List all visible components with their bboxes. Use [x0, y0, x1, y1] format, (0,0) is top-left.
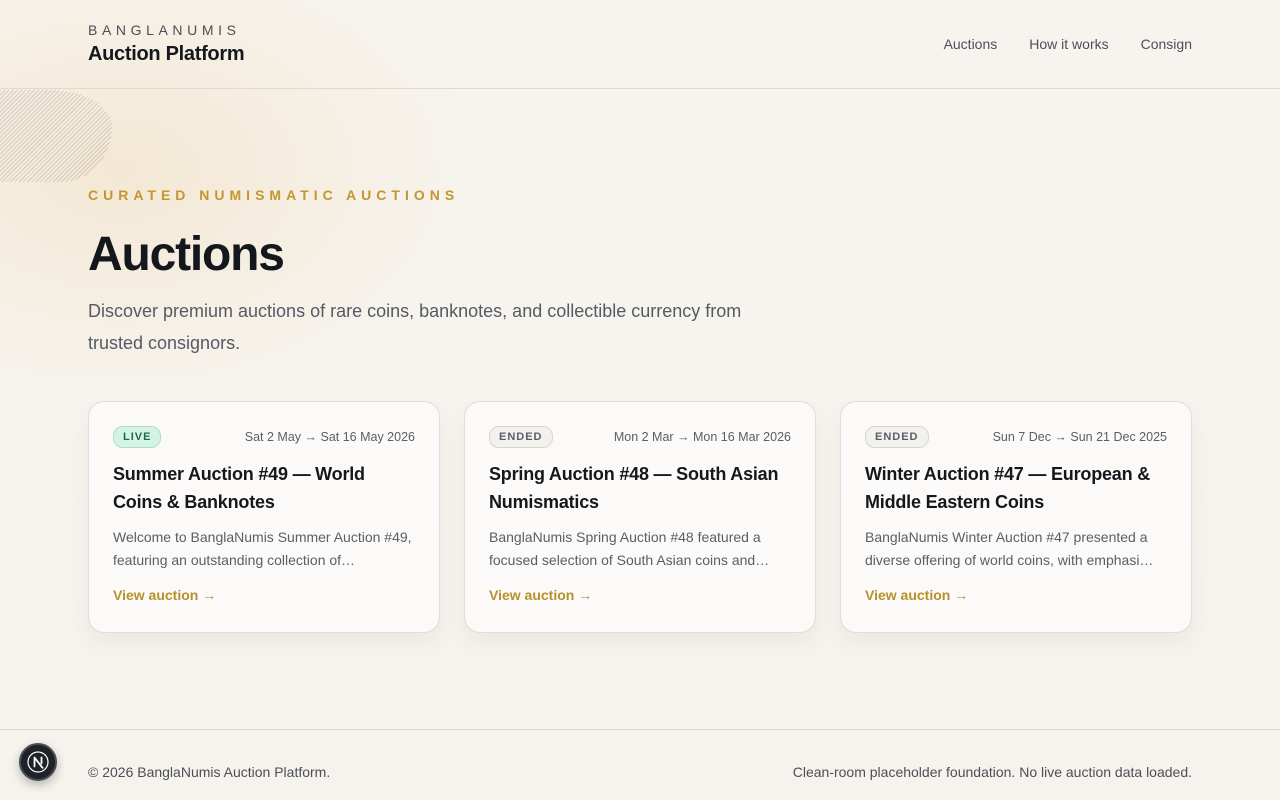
brand-kicker: BANGLANUMIS: [88, 22, 241, 38]
auction-card[interactable]: LIVE Sat 2 May → Sat 16 May 2026 Summer …: [88, 401, 440, 633]
auction-title[interactable]: Spring Auction #48 — South Asian Numisma…: [489, 460, 791, 516]
auction-card-list: LIVE Sat 2 May → Sat 16 May 2026 Summer …: [88, 401, 1192, 633]
hero-eyebrow: CURATED NUMISMATIC AUCTIONS: [88, 187, 460, 203]
status-badge-ended: ENDED: [865, 426, 929, 448]
auction-description: BanglaNumis Spring Auction #48 featured …: [489, 529, 770, 568]
decorative-hatch-pattern: [0, 90, 112, 182]
view-auction-link[interactable]: View auction →: [865, 587, 968, 603]
auction-dates: Mon 2 Mar → Mon 16 Mar 2026: [613, 430, 791, 444]
nav-link-auctions[interactable]: Auctions: [944, 35, 998, 53]
auction-title[interactable]: Winter Auction #47 — European & Middle E…: [865, 460, 1167, 516]
footer-note: Clean-room placeholder foundation. No li…: [792, 764, 1192, 780]
background-glow: [0, 0, 1280, 800]
auction-card[interactable]: ENDED Mon 2 Mar → Mon 16 Mar 2026 Spring…: [464, 401, 816, 633]
auction-card[interactable]: ENDED Sun 7 Dec → Sun 21 Dec 2025 Winter…: [840, 401, 1192, 633]
view-auction-link[interactable]: View auction →: [489, 587, 592, 603]
auction-title[interactable]: Summer Auction #49 — World Coins & Bankn…: [113, 460, 415, 516]
nav-link-consign[interactable]: Consign: [1141, 35, 1192, 53]
footer-copyright: © 2026 BanglaNumis Auction Platform.: [88, 764, 331, 780]
auction-description: Welcome to BanglaNumis Summer Auction #4…: [113, 529, 412, 568]
hero-section: CURATED NUMISMATIC AUCTIONS Auctions Dis…: [88, 185, 808, 359]
page-title: Auctions: [88, 228, 285, 281]
nav-link-how-it-works[interactable]: How it works: [1029, 35, 1108, 53]
status-badge-ended: ENDED: [489, 426, 553, 448]
hero-description: Discover premium auctions of rare coins,…: [88, 301, 742, 353]
main-nav: Auctions How it works Consign: [944, 35, 1192, 53]
auction-dates: Sun 7 Dec → Sun 21 Dec 2025: [992, 430, 1167, 444]
nextjs-icon: [27, 751, 49, 773]
nextjs-dev-button[interactable]: [19, 743, 57, 781]
brand-title: Auction Platform: [88, 43, 245, 65]
view-auction-link[interactable]: View auction →: [113, 587, 216, 603]
site-footer: © 2026 BanglaNumis Auction Platform. Cle…: [0, 729, 1280, 800]
site-header: BANGLANUMIS Auction Platform Auctions Ho…: [0, 0, 1280, 89]
auction-dates: Sat 2 May → Sat 16 May 2026: [244, 430, 415, 444]
status-badge-live: LIVE: [113, 426, 162, 448]
auction-description: BanglaNumis Winter Auction #47 presented…: [865, 529, 1154, 568]
brand-logo-link[interactable]: BANGLANUMIS Auction Platform: [88, 22, 245, 65]
